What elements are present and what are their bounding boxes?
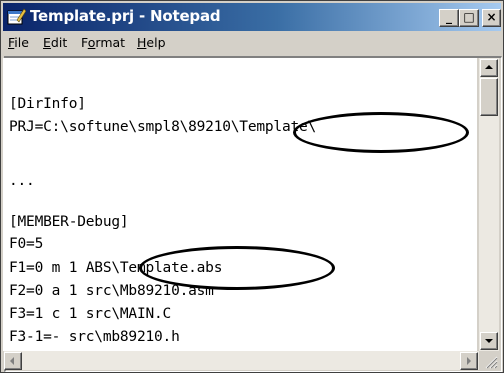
- editor-line: F2=0 a 1 src\Mb89210.asm: [9, 283, 214, 299]
- notepad-window: Template.prj - Notepad _ □ × File Edit F…: [0, 0, 504, 373]
- vertical-scrollbar[interactable]: [479, 58, 499, 351]
- minimize-icon: _: [446, 10, 452, 24]
- window-title: Template.prj - Notepad: [30, 7, 221, 25]
- menu-help[interactable]: Help: [137, 35, 166, 50]
- minimize-button[interactable]: _: [439, 9, 459, 27]
- notepad-icon[interactable]: [7, 8, 26, 25]
- text-editor[interactable]: [DirInfo] PRJ=C:\softune\smpl8\89210\Tem…: [3, 58, 477, 351]
- editor-line: ...: [9, 173, 35, 189]
- scroll-up-button[interactable]: [480, 59, 498, 77]
- arrow-up-icon: [485, 65, 493, 69]
- size-grip-icon: [485, 356, 498, 369]
- editor-line: F3-1=- src\mb89210.h: [9, 329, 180, 345]
- menu-format[interactable]: Format: [81, 35, 125, 50]
- arrow-down-icon: [485, 339, 493, 343]
- scroll-down-button[interactable]: [480, 332, 498, 350]
- editor-line: F3=1 c 1 src\MAIN.C: [9, 306, 172, 322]
- title-bar[interactable]: Template.prj - Notepad _ □ ×: [3, 3, 501, 31]
- editor-line: [DirInfo]: [9, 96, 86, 112]
- editor-line: PRJ=C:\softune\smpl8\89210\Template\: [9, 119, 317, 135]
- editor-line: F1=0 m 1 ABS\Template.abs: [9, 260, 223, 276]
- maximize-button[interactable]: □: [459, 9, 479, 27]
- close-icon: ×: [486, 10, 497, 24]
- menu-bar: File Edit Format Help: [3, 32, 501, 54]
- arrow-left-icon: [10, 357, 14, 365]
- editor-line: F0=5: [9, 236, 44, 252]
- close-button[interactable]: ×: [482, 9, 501, 27]
- maximize-icon: □: [463, 10, 475, 24]
- horizontal-scrollbar[interactable]: [4, 351, 479, 370]
- scroll-right-button[interactable]: [460, 352, 478, 370]
- annotation-ellipse: [293, 112, 469, 153]
- scroll-thumb[interactable]: [480, 78, 498, 116]
- scroll-left-button[interactable]: [4, 352, 22, 370]
- size-grip[interactable]: [479, 351, 499, 370]
- menu-file[interactable]: File: [8, 35, 29, 50]
- editor-line: [MEMBER-Debug]: [9, 214, 129, 230]
- arrow-right-icon: [467, 357, 471, 365]
- menu-edit[interactable]: Edit: [43, 35, 67, 50]
